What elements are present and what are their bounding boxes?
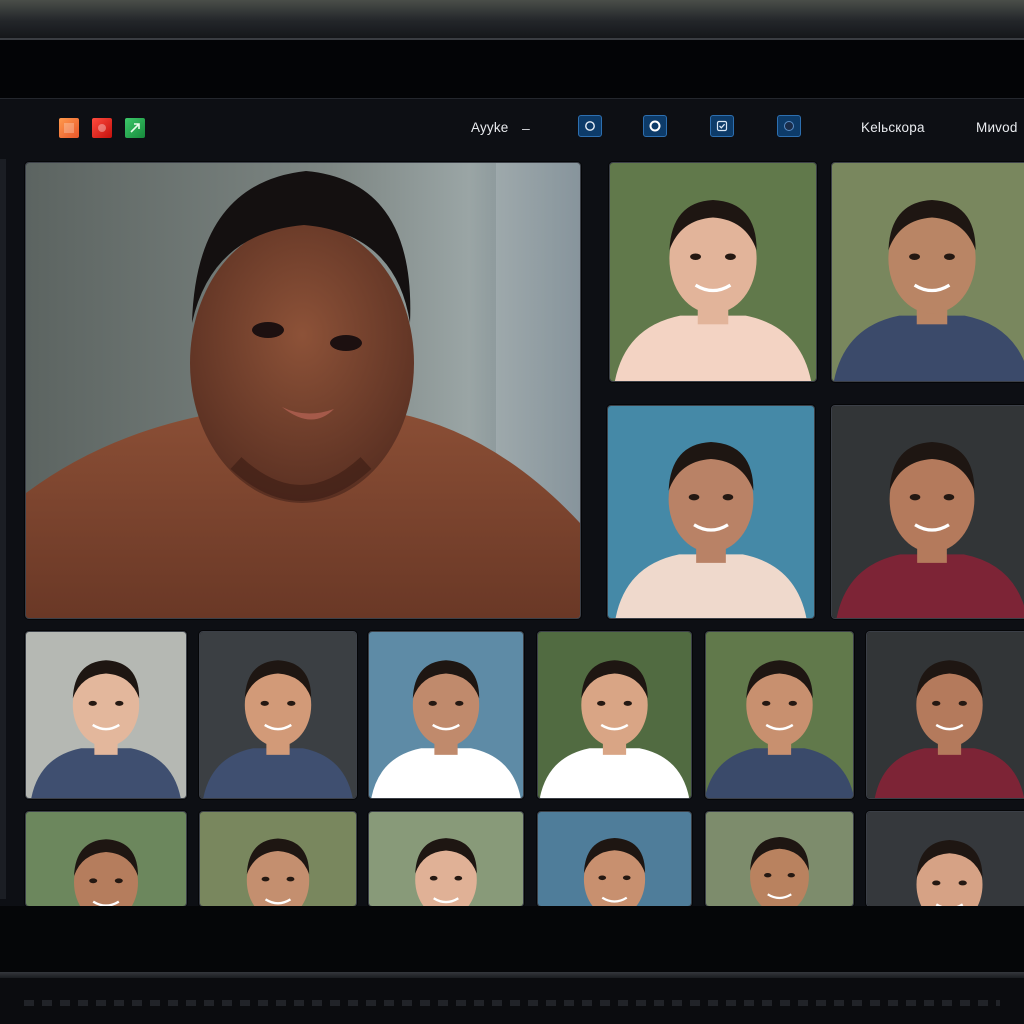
participant-person-image — [608, 406, 814, 618]
participant-video-tile[interactable] — [866, 631, 1024, 799]
participant-video-tile[interactable] — [537, 631, 692, 799]
participant-person-image — [538, 632, 691, 798]
participant-video-tile[interactable] — [25, 811, 187, 907]
participant-person-image — [610, 163, 816, 381]
participant-video-tile[interactable] — [831, 405, 1024, 619]
participant-person-image — [706, 632, 853, 798]
green-window-icon[interactable] — [125, 118, 145, 138]
participant-person-image — [832, 163, 1024, 381]
participant-person-image — [369, 812, 523, 906]
participant-video-tile[interactable] — [199, 631, 357, 799]
participant-video-tile[interactable] — [705, 631, 854, 799]
participant-video-tile[interactable] — [537, 811, 692, 907]
left-rail — [0, 159, 6, 899]
participant-person-image — [200, 632, 356, 798]
participant-person-image — [867, 812, 1024, 906]
bottom-strip — [0, 906, 1024, 972]
orange-window-icon[interactable] — [59, 118, 79, 138]
toolbar-label-right[interactable]: Mиvod — [976, 118, 1018, 138]
shield-check-icon[interactable] — [710, 115, 734, 137]
toolbar-label-mid[interactable]: Kelьскоpa — [861, 118, 925, 138]
participant-video-tile[interactable] — [199, 811, 357, 907]
participant-video-tile[interactable] — [25, 631, 187, 799]
participant-video-tile[interactable] — [368, 631, 524, 799]
participant-video-tile[interactable] — [368, 811, 524, 907]
participant-person-image — [538, 812, 691, 906]
participant-person-image — [26, 632, 186, 798]
featured-video-tile[interactable] — [25, 162, 581, 619]
participant-person-image — [200, 812, 356, 906]
participant-person-image — [26, 812, 186, 906]
camera-icon[interactable] — [578, 115, 602, 137]
monitor-top-bezel — [0, 0, 1024, 38]
bezel-texture — [24, 1000, 1000, 1006]
participant-person-image — [369, 632, 523, 798]
title-strip — [0, 40, 1024, 98]
participant-person-image — [832, 406, 1024, 618]
record-icon[interactable] — [643, 115, 667, 137]
featured-person-image — [26, 163, 580, 618]
participant-person-image — [706, 812, 853, 906]
participant-video-tile[interactable] — [866, 811, 1024, 907]
red-window-icon[interactable] — [92, 118, 112, 138]
toolbar-label-left[interactable]: Ayyke — [471, 118, 509, 138]
participant-video-tile[interactable] — [705, 811, 854, 907]
circle-icon[interactable] — [777, 115, 801, 137]
participant-video-tile[interactable] — [831, 162, 1024, 382]
toolbar-dash: – — [522, 120, 530, 136]
participant-video-tile[interactable] — [607, 405, 815, 619]
participant-person-image — [867, 632, 1024, 798]
participant-video-tile[interactable] — [609, 162, 817, 382]
toolbar: Ayyke – Kelьскоpa Mиvod — [0, 99, 1024, 157]
